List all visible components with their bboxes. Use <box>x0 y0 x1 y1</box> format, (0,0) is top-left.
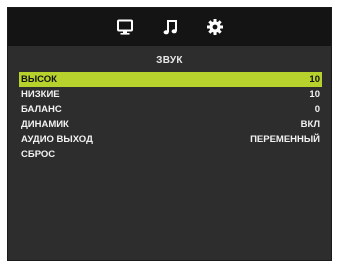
menu-item-balance[interactable]: БАЛАНС 0 <box>19 102 322 117</box>
menu-item-value: ПЕРЕМЕННЫЙ <box>250 134 320 145</box>
menu-item-value: 10 <box>309 89 320 100</box>
music-note-icon[interactable] <box>162 18 180 36</box>
category-tab-bar <box>8 8 331 46</box>
menu-item-value: 10 <box>309 74 320 85</box>
menu-item-bass[interactable]: НИЗКИЕ 10 <box>19 87 322 102</box>
sound-settings-list: ВЫСОК 10 НИЗКИЕ 10 БАЛАНС 0 ДИНАМИК ВКЛ … <box>19 72 322 162</box>
section-title: ЗВУК <box>156 55 183 66</box>
menu-item-value: 0 <box>314 104 320 115</box>
menu-item-reset[interactable]: СБРОС <box>19 147 322 162</box>
menu-item-treble[interactable]: ВЫСОК 10 <box>19 72 322 87</box>
menu-item-label: СБРОС <box>21 149 56 160</box>
gear-icon[interactable] <box>206 18 224 36</box>
menu-item-label: НИЗКИЕ <box>21 89 60 100</box>
menu-item-label: ВЫСОК <box>21 74 57 85</box>
menu-item-label: АУДИО ВЫХОД <box>21 134 93 145</box>
menu-item-audio-out[interactable]: АУДИО ВЫХОД ПЕРЕМЕННЫЙ <box>19 132 322 147</box>
menu-item-label: ДИНАМИК <box>21 119 69 130</box>
osd-menu-window: ЗВУК ВЫСОК 10 НИЗКИЕ 10 БАЛАНС 0 ДИНАМИК… <box>7 7 332 261</box>
monitor-icon[interactable] <box>116 18 134 36</box>
menu-item-value: ВКЛ <box>300 119 320 130</box>
menu-item-label: БАЛАНС <box>21 104 62 115</box>
menu-item-speaker[interactable]: ДИНАМИК ВКЛ <box>19 117 322 132</box>
